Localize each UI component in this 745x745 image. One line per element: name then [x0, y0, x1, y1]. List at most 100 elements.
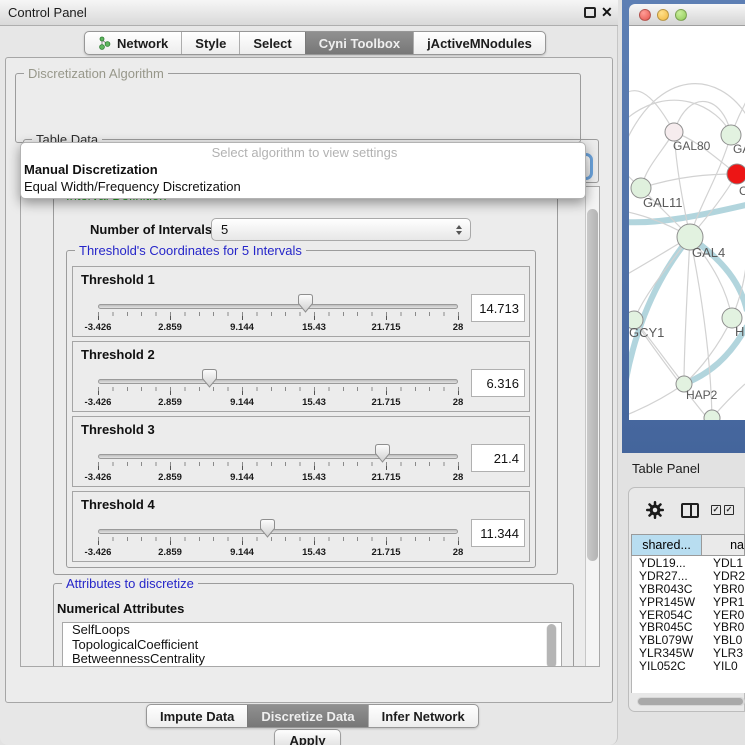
tab-style[interactable]: Style	[181, 32, 239, 54]
number-of-intervals-select[interactable]: 5	[211, 218, 471, 241]
cell-shared-name[interactable]: YBL079W	[639, 633, 693, 647]
cell-name[interactable]: YDR2	[713, 569, 745, 583]
table-row[interactable]: YBL079W YBL0	[632, 633, 745, 646]
float-window-icon[interactable]	[584, 7, 596, 18]
zoom-traffic-light-icon[interactable]	[675, 9, 687, 21]
table-row[interactable]: YLR345W YLR3	[632, 646, 745, 659]
column-split-icon[interactable]	[681, 503, 699, 518]
cell-shared-name[interactable]: YBR043C	[639, 582, 692, 596]
tab-jactivemnodules[interactable]: jActiveMNodules	[413, 32, 545, 54]
cell-name[interactable]: YBL0	[713, 633, 742, 647]
table-rows-viewport[interactable]: YDL19...YDL1YDR27...YDR2YBR043CYBR0YPR14…	[631, 556, 745, 693]
threshold-1-value-field[interactable]	[471, 294, 525, 322]
tick-label: 9.144	[230, 322, 254, 333]
threshold-4-slider-handle[interactable]	[260, 519, 275, 538]
cell-name[interactable]: YDL1	[713, 556, 743, 570]
cell-name[interactable]: YPR1	[713, 595, 744, 609]
algorithm-placeholder-option[interactable]: Select algorithm to view settings	[21, 144, 585, 161]
discretization-algorithm-label: Discretization Algorithm	[24, 66, 168, 81]
tab-select[interactable]: Select	[239, 32, 304, 54]
tab-impute-data[interactable]: Impute Data	[147, 705, 247, 727]
table-row[interactable]: YIL052C YIL0	[632, 659, 745, 672]
tick-label: 21.715	[371, 472, 400, 483]
tab-network[interactable]: Network	[85, 32, 181, 54]
threshold-4-panel: Threshold 4-3.4262.8599.14415.4321.71528	[72, 491, 530, 562]
threshold-2-slider[interactable]	[98, 379, 458, 384]
tab-label: Network	[117, 36, 168, 51]
svg-text:C: C	[739, 184, 745, 198]
column-header-name[interactable]: na	[702, 534, 745, 556]
table-horizontal-scrollbar[interactable]	[637, 697, 745, 706]
svg-text:GAL4: GAL4	[692, 245, 725, 260]
cell-shared-name[interactable]: YDR27...	[639, 569, 688, 583]
tick-label: 9.144	[230, 472, 254, 483]
threshold-1-label: Threshold 1	[81, 272, 155, 287]
table-row[interactable]: YER054C YER0	[632, 608, 745, 621]
threshold-1-slider[interactable]	[98, 304, 458, 309]
tick-label: 21.715	[371, 547, 400, 558]
control-panel-titlebar: Control Panel ✕	[0, 0, 618, 26]
attributes-scrollbar[interactable]	[546, 624, 557, 667]
tab-infer-network[interactable]: Infer Network	[368, 705, 478, 727]
cell-name[interactable]: YBR0	[713, 582, 744, 596]
threshold-2-value-field[interactable]	[471, 369, 525, 397]
threshold-1-panel: Threshold 1-3.4262.8599.14415.4321.71528	[72, 266, 530, 337]
threshold-3-value-field[interactable]	[471, 444, 525, 472]
cell-name[interactable]: YLR3	[713, 646, 743, 660]
cell-shared-name[interactable]: YPR145W	[639, 595, 695, 609]
checkbox-icon[interactable]: ✓	[711, 505, 721, 515]
cell-name[interactable]: YBR0	[713, 620, 744, 634]
table-row[interactable]: YPR145W YPR1	[632, 595, 745, 608]
table-row[interactable]: YBR045C YBR0	[632, 620, 745, 633]
threshold-3-panel: Threshold 3-3.4262.8599.14415.4321.71528	[72, 416, 530, 487]
cyni-mode-tabbar: Impute DataDiscretize DataInfer Network	[146, 704, 479, 728]
list-item[interactable]: TopologicalCoefficient	[63, 638, 561, 653]
tick-label: 9.144	[230, 547, 254, 558]
cell-shared-name[interactable]: YLR345W	[639, 646, 694, 660]
close-icon[interactable]: ✕	[601, 4, 613, 21]
tab-cyni-toolbox[interactable]: Cyni Toolbox	[305, 32, 413, 54]
minimize-traffic-light-icon[interactable]	[657, 9, 669, 21]
list-item[interactable]: SelfLoops	[63, 623, 561, 638]
tick-label: -3.426	[85, 397, 112, 408]
algorithm-option-manual[interactable]: Manual Discretization	[21, 161, 585, 178]
cell-shared-name[interactable]: YER054C	[639, 608, 692, 622]
svg-text:GCY1: GCY1	[629, 325, 664, 340]
table-row[interactable]: YDR27... YDR2	[632, 569, 745, 582]
threshold-2-slider-handle[interactable]	[202, 369, 217, 388]
cell-shared-name[interactable]: YIL052C	[639, 659, 686, 673]
column-header-shared-name[interactable]: shared...	[631, 534, 702, 556]
threshold-4-slider[interactable]	[98, 529, 458, 534]
checkbox-icon[interactable]: ✓	[724, 505, 734, 515]
threshold-2-panel: Threshold 2-3.4262.8599.14415.4321.71528	[72, 341, 530, 412]
network-view-canvas[interactable]: GAL80 GA C GAL11 GAL4 GCY1 H HAP2	[629, 26, 745, 420]
table-row[interactable]: YDL19... YDL1	[632, 556, 745, 569]
tick-label: 2.859	[158, 547, 182, 558]
apply-button[interactable]: Apply	[274, 729, 341, 745]
scrollbar-thumb[interactable]	[587, 209, 598, 561]
cell-shared-name[interactable]: YBR045C	[639, 620, 692, 634]
tick-label: 15.43	[302, 397, 326, 408]
thresholds-group-label: Threshold's Coordinates for 5 Intervals	[75, 243, 306, 258]
tick-label: -3.426	[85, 472, 112, 483]
cell-name[interactable]: YER0	[713, 608, 744, 622]
table-row[interactable]: YBR043C YBR0	[632, 582, 745, 595]
number-of-intervals-value: 5	[212, 222, 456, 237]
list-item[interactable]: BetweennessCentrality	[63, 652, 561, 667]
numerical-attributes-list[interactable]: SelfLoopsTopologicalCoefficientBetweenne…	[62, 622, 562, 667]
cell-shared-name[interactable]: YDL19...	[639, 556, 686, 570]
gear-icon[interactable]	[646, 501, 664, 519]
algorithm-dropdown-popup: Select algorithm to view settings Manual…	[20, 142, 586, 199]
scrollbar-thumb[interactable]	[638, 698, 743, 705]
settings-vertical-scrollbar[interactable]	[585, 187, 599, 666]
threshold-3-slider-handle[interactable]	[375, 444, 390, 463]
threshold-3-slider[interactable]	[98, 454, 458, 459]
cell-name[interactable]: YIL0	[713, 659, 738, 673]
algorithm-option-equal-width[interactable]: Equal Width/Frequency Discretization	[21, 178, 585, 195]
table-panel-title: Table Panel	[632, 461, 700, 476]
tick-label: 15.43	[302, 472, 326, 483]
tab-discretize-data[interactable]: Discretize Data	[247, 705, 367, 727]
threshold-4-value-field[interactable]	[471, 519, 525, 547]
close-traffic-light-icon[interactable]	[639, 9, 651, 21]
threshold-1-slider-handle[interactable]	[298, 294, 313, 313]
